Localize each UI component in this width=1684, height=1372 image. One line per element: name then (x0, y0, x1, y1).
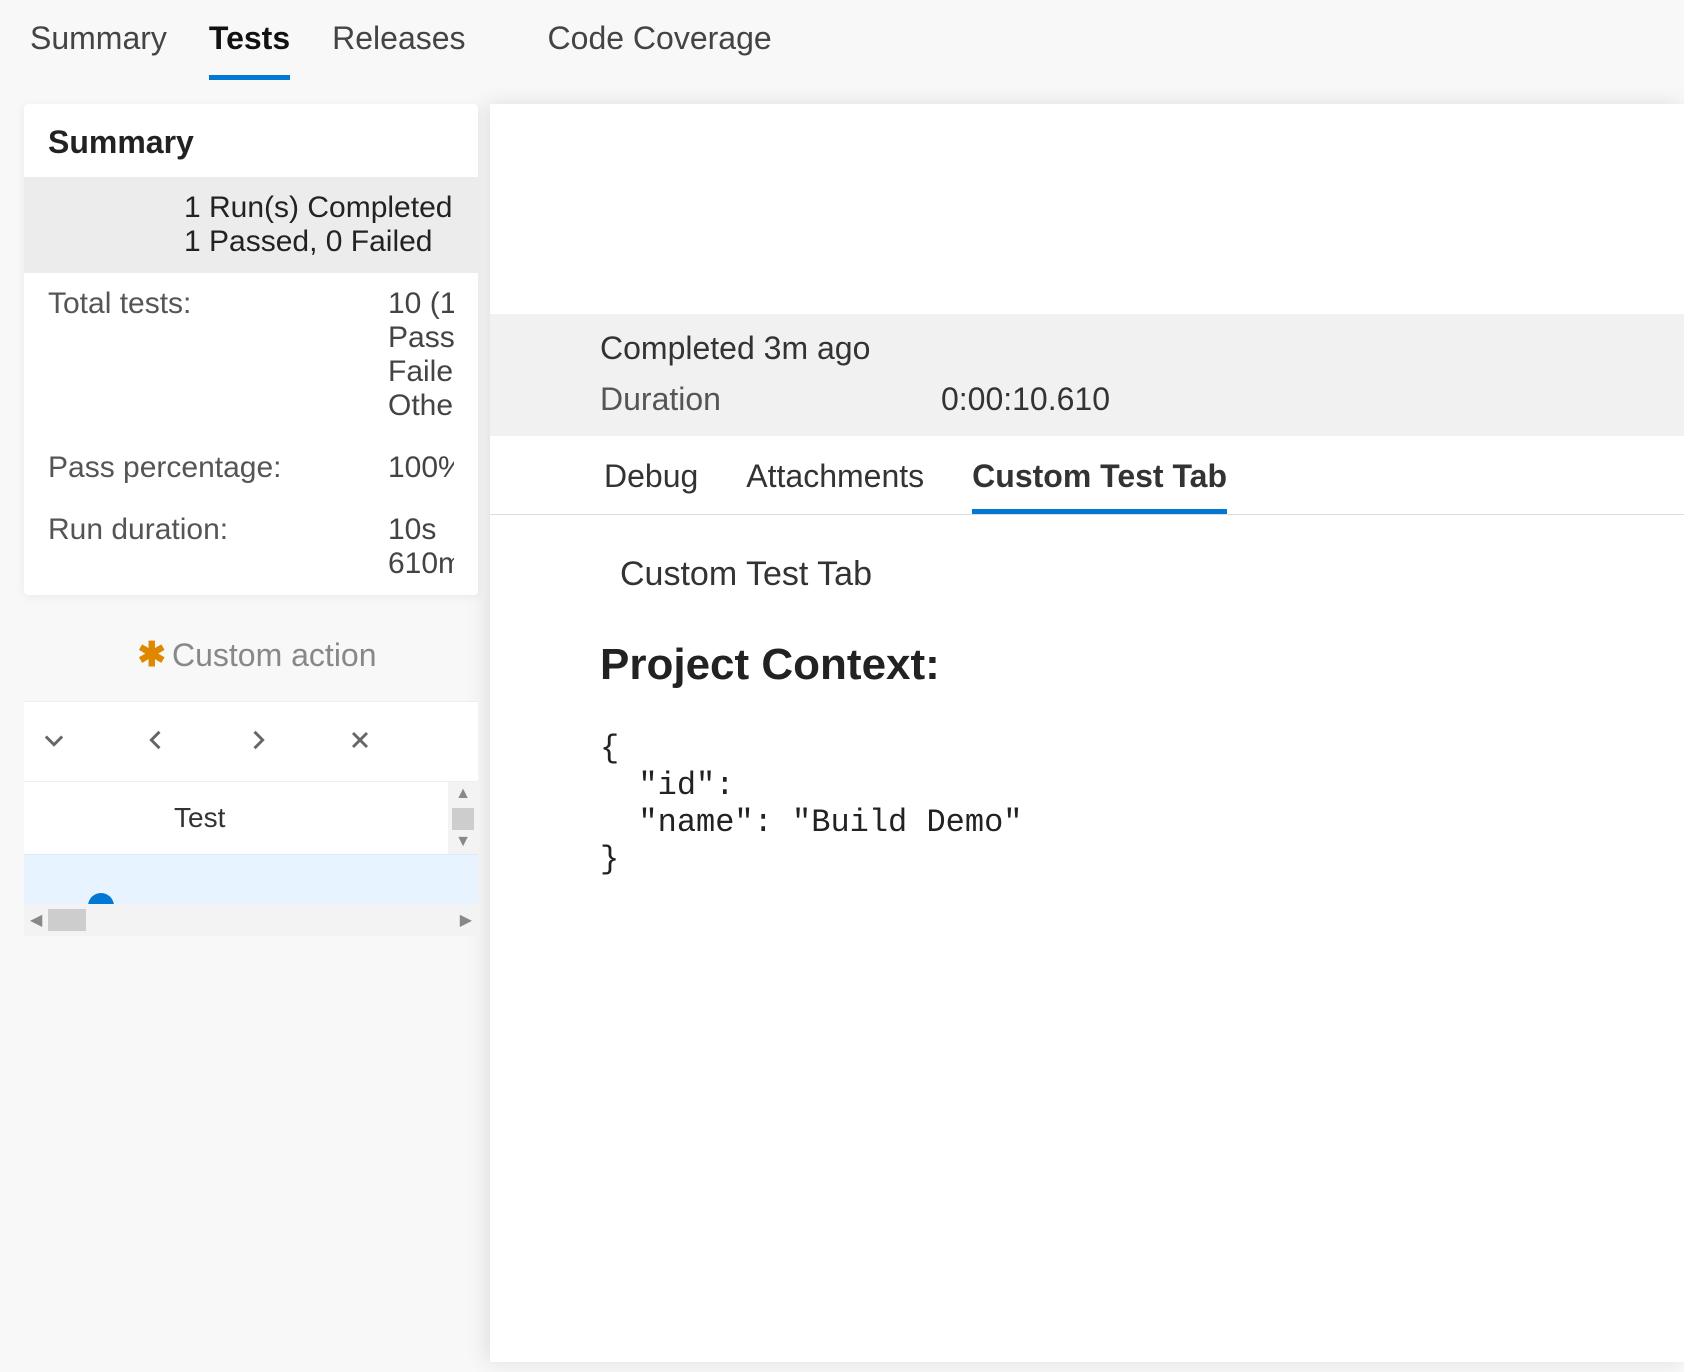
pass-label: Pass (388, 321, 454, 355)
vertical-scrollbar[interactable]: ▲ ▼ (448, 782, 478, 854)
scroll-right-icon[interactable]: ▶ (460, 910, 472, 930)
nav-row (24, 701, 478, 781)
run-dur-label: Run duration: (48, 513, 388, 581)
h-scrollbar-thumb[interactable] (48, 909, 86, 931)
project-context-json: { "id": "name": "Build Demo" } (600, 730, 1624, 878)
total-tests-label: Total tests: (48, 287, 388, 423)
scroll-left-icon[interactable]: ◀ (30, 910, 42, 930)
summary-title: Summary (24, 104, 478, 177)
custom-action[interactable]: ✱ Custom action (24, 635, 490, 675)
completed-time: Completed 3m ago (600, 330, 1604, 367)
test-row-selected[interactable] (24, 854, 478, 904)
pass-pct-label: Pass percentage: (48, 451, 388, 485)
summary-card: Summary 1 Run(s) Completed 1 Passed, 0 F… (24, 104, 478, 595)
custom-action-label: Custom action (172, 637, 377, 674)
horizontal-scrollbar[interactable]: ◀ ▶ (24, 904, 478, 936)
other-label: Othe (388, 389, 454, 423)
duration-label: Duration (600, 381, 721, 418)
pass-pct-value: 100% (388, 451, 454, 485)
detail-tab-custom[interactable]: Custom Test Tab (972, 458, 1227, 514)
tab-summary[interactable]: Summary (30, 20, 167, 80)
chevron-down-icon[interactable] (34, 721, 74, 763)
duration-value: 0:00:10.610 (941, 381, 1110, 418)
run-meta: Completed 3m ago Duration 0:00:10.610 (490, 314, 1684, 436)
tab-code-coverage[interactable]: Code Coverage (548, 20, 772, 80)
tab-tests[interactable]: Tests (209, 20, 290, 80)
asterisk-icon: ✱ (137, 635, 166, 675)
left-column: Summary 1 Run(s) Completed 1 Passed, 0 F… (0, 80, 490, 1362)
test-list-header: Test ▲ ▼ (24, 781, 478, 854)
scrollbar-thumb[interactable] (452, 808, 474, 830)
run-dur-value-1: 10s (388, 513, 454, 547)
top-tabs: Summary Tests Releases Code Coverage (0, 0, 1684, 80)
scroll-up-icon[interactable]: ▲ (455, 782, 471, 806)
test-column-label: Test (24, 802, 225, 834)
chevron-left-icon[interactable] (136, 721, 176, 763)
custom-tab-subtitle: Custom Test Tab (620, 555, 1624, 594)
summary-banner-line1: 1 Run(s) Completed (184, 191, 458, 225)
detail-tabs: Debug Attachments Custom Test Tab (490, 436, 1684, 515)
detail-tab-debug[interactable]: Debug (604, 458, 698, 514)
details-panel: Completed 3m ago Duration 0:00:10.610 De… (490, 104, 1684, 1362)
project-context-heading: Project Context: (600, 640, 1624, 690)
scroll-down-icon[interactable]: ▼ (455, 830, 471, 854)
chevron-right-icon[interactable] (238, 721, 278, 763)
total-tests-value: 10 (1 (388, 287, 454, 321)
summary-banner-line2: 1 Passed, 0 Failed (184, 225, 458, 259)
close-icon[interactable] (340, 721, 380, 763)
fail-label: Faile (388, 355, 454, 389)
tab-releases[interactable]: Releases (332, 20, 465, 80)
summary-banner: 1 Run(s) Completed 1 Passed, 0 Failed (24, 177, 478, 273)
run-dur-value-2: 610ms (388, 547, 454, 581)
detail-tab-attachments[interactable]: Attachments (746, 458, 924, 514)
